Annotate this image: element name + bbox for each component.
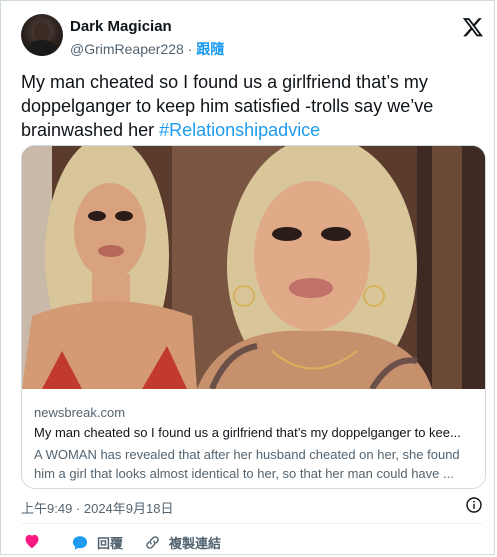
copy-link-label: 複製連結 [169, 536, 222, 551]
link-icon [146, 536, 159, 549]
link-headline: My man cheated so I found us a girlfrien… [34, 425, 461, 440]
link-preview-text: newsbreak.com My man cheated so I found … [22, 389, 485, 488]
reply-button[interactable]: 回覆 [71, 533, 123, 552]
follow-button[interactable]: 跟隨 [196, 41, 224, 57]
handle-separator: · [187, 41, 193, 57]
link-preview-card[interactable]: newsbreak.com My man cheated so I found … [21, 145, 486, 489]
tweet-timestamp[interactable]: 上午9:49 · 2024年9月18日 [21, 498, 173, 517]
hashtag-link[interactable]: #Relationshipadvice [159, 120, 320, 140]
reply-bubble-icon [72, 535, 88, 550]
reply-label: 回覆 [97, 536, 124, 551]
avatar[interactable] [21, 14, 63, 56]
handle-row: @GrimReaper228 · 跟隨 [70, 39, 224, 59]
divider [21, 523, 483, 524]
user-name[interactable]: Dark Magician [70, 18, 172, 35]
like-button[interactable] [23, 533, 41, 549]
article-photo [22, 146, 485, 389]
article-photo-drawing [22, 146, 485, 389]
x-logo-icon[interactable] [462, 16, 484, 38]
copy-link-button[interactable]: 複製連結 [144, 533, 221, 552]
link-description: A WOMAN has revealed that after her husb… [34, 447, 460, 481]
user-handle[interactable]: @GrimReaper228 [70, 41, 184, 57]
link-domain: newsbreak.com [34, 405, 126, 420]
tweet-card: Dark Magician @GrimReaper228 · 跟隨 My man… [0, 0, 495, 555]
avatar-face [34, 22, 50, 42]
info-icon[interactable] [466, 497, 482, 513]
heart-icon [25, 534, 39, 549]
avatar-body [27, 40, 57, 56]
tweet-text: My man cheated so I found us a girlfrien… [21, 70, 481, 142]
